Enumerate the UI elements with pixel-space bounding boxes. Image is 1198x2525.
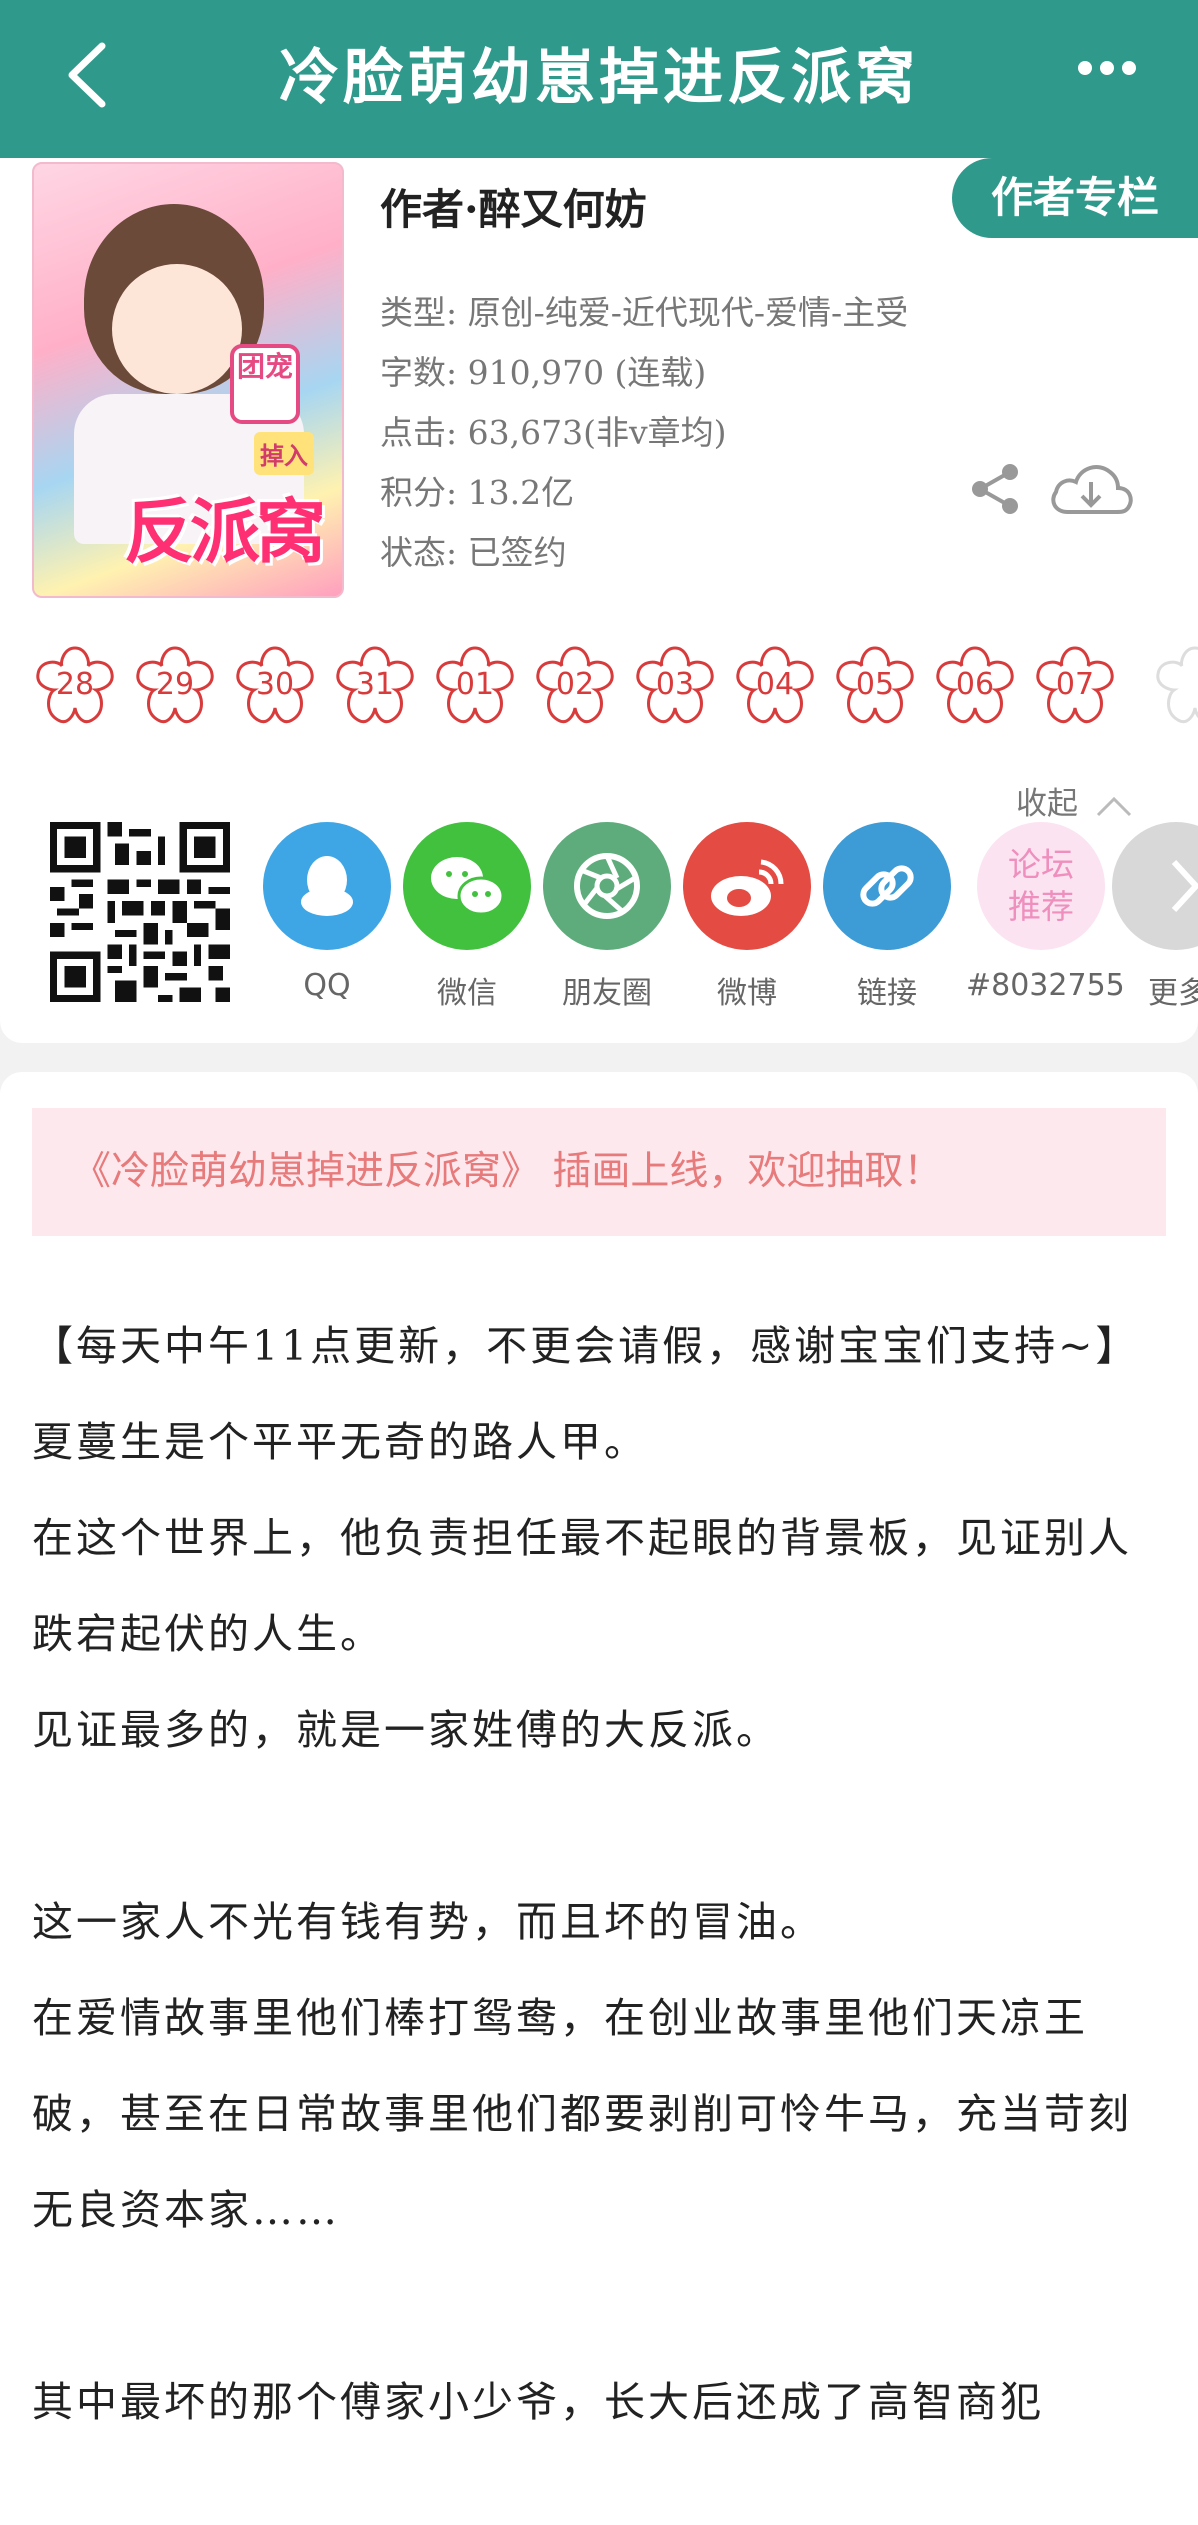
more-dots-icon[interactable]: [1078, 60, 1148, 90]
chevron-up-icon: [1096, 796, 1131, 816]
book-description: 【每天中午11点更新，不更会请假，感谢宝宝们支持~】 夏蔓生是个平平无奇的路人甲…: [32, 1298, 1172, 2450]
info-word-count: 字数: 910,970 (连载): [380, 353, 707, 392]
date-flower[interactable]: 03: [630, 640, 720, 730]
date-flower[interactable]: 02: [530, 640, 620, 730]
cover-title-text: 反派窝: [124, 490, 326, 573]
share-link[interactable]: 链接: [821, 822, 953, 1012]
description-blank-line: [32, 1778, 1172, 1874]
share-label: #8032755: [966, 968, 1125, 1003]
description-paragraph: 其中最坏的那个傅家小少爷，长大后还成了高智商犯: [32, 2378, 1044, 2426]
cover-character-face: [112, 264, 242, 394]
top-bar: 冷脸萌幼崽掉进反派窝: [0, 0, 1198, 158]
wechat-icon: [403, 822, 531, 950]
share-qq[interactable]: QQ: [261, 822, 393, 1003]
forum-recommend-text: 论坛 推荐: [1008, 845, 1074, 926]
book-cover[interactable]: 团宠 掉入 反派窝: [32, 162, 344, 598]
share-label: 更多: [1148, 976, 1198, 1011]
chevron-left-icon[interactable]: [62, 40, 112, 110]
collapse-toggle[interactable]: 收起: [1016, 778, 1134, 823]
link-icon: [823, 822, 951, 950]
description-paragraph: 在爱情故事里他们棒打鸳鸯，在创业故事里他们天凉王破，甚至在日常故事里他们都要剥削…: [32, 1994, 1132, 2234]
collapse-label: 收起: [1016, 786, 1078, 822]
info-clicks: 点击: 63,673(非v章均): [380, 413, 727, 452]
share-label: 朋友圈: [562, 976, 652, 1011]
moments-icon: [543, 822, 671, 950]
update-calendar: 28 29 30 31 01 02 03 04 05 06 07: [30, 640, 1198, 732]
forum-recommend-icon: 论坛 推荐: [977, 822, 1105, 950]
share-moments[interactable]: 朋友圈: [541, 822, 673, 1012]
description-paragraph: 见证最多的，就是一家姓傅的大反派。: [32, 1706, 780, 1754]
info-genre: 类型: 原创-纯爱-近代现代-爱情-主受: [380, 293, 909, 332]
page-title: 冷脸萌幼崽掉进反派窝: [279, 43, 919, 113]
description-paragraph: 【每天中午11点更新，不更会请假，感谢宝宝们支持~】: [32, 1322, 1140, 1370]
date-flower[interactable]: 06: [930, 640, 1020, 730]
weibo-icon: [683, 822, 811, 950]
date-flower[interactable]: 28: [30, 640, 120, 730]
share-label: 微博: [717, 976, 777, 1011]
share-more[interactable]: 更多: [1112, 822, 1198, 1012]
share-icon[interactable]: [968, 462, 1022, 516]
cover-sign-text: 团宠: [230, 344, 300, 424]
description-paragraph: 这一家人不光有钱有势，而且坏的冒油。: [32, 1898, 824, 1946]
description-blank-line: [32, 2258, 1172, 2354]
share-forum[interactable]: 论坛 推荐 #8032755: [966, 822, 1125, 1003]
cover-fall-text: 掉入: [254, 432, 314, 475]
info-status: 状态: 已签约: [380, 533, 567, 572]
share-label: 链接: [857, 976, 917, 1011]
illustration-banner[interactable]: 《冷脸萌幼崽掉进反派窝》 插画上线，欢迎抽取！: [32, 1108, 1166, 1236]
share-label: 微信: [437, 976, 497, 1011]
date-flower-partial: [1150, 640, 1198, 730]
chevron-right-icon: [1112, 822, 1198, 950]
download-cloud-icon[interactable]: [1046, 456, 1136, 522]
share-label: QQ: [303, 968, 351, 1003]
date-flower[interactable]: 30: [230, 640, 320, 730]
date-flower[interactable]: 31: [330, 640, 420, 730]
share-weibo[interactable]: 微博: [681, 822, 813, 1012]
date-flower[interactable]: 05: [830, 640, 920, 730]
date-flower[interactable]: 07: [1030, 640, 1120, 730]
info-score: 积分: 13.2亿: [380, 473, 575, 512]
qr-code: [50, 822, 230, 1002]
description-paragraph: 在这个世界上，他负责担任最不起眼的背景板，见证别人跌宕起伏的人生。: [32, 1514, 1132, 1658]
date-flower[interactable]: 04: [730, 640, 820, 730]
author-name[interactable]: 作者·醉又何妨: [380, 176, 647, 237]
qq-icon: [263, 822, 391, 950]
date-flower[interactable]: 29: [130, 640, 220, 730]
description-paragraph: 夏蔓生是个平平无奇的路人甲。: [32, 1418, 648, 1466]
date-flower[interactable]: 01: [430, 640, 520, 730]
author-column-button[interactable]: 作者专栏: [952, 158, 1198, 238]
share-wechat[interactable]: 微信: [401, 822, 533, 1012]
